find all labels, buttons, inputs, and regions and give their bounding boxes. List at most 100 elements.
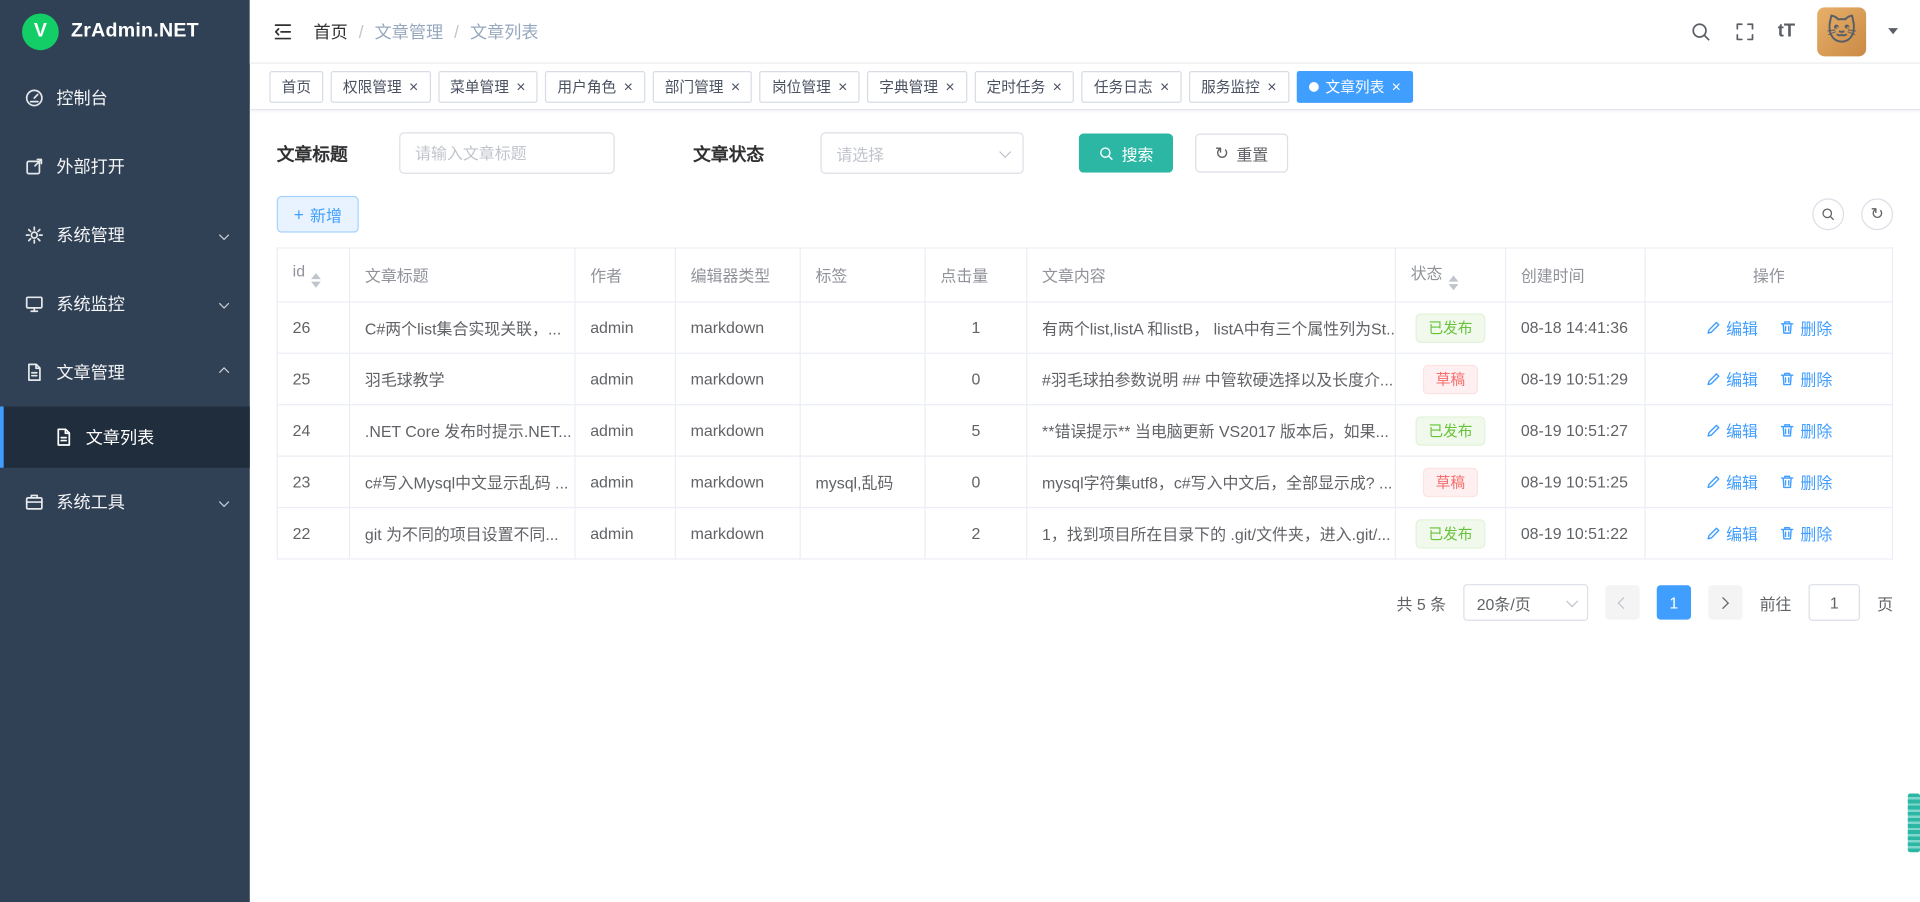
edit-button[interactable]: 编辑 bbox=[1705, 470, 1758, 493]
page-size-select[interactable]: 20条/页 bbox=[1463, 584, 1588, 621]
search-toggle-button[interactable] bbox=[1812, 198, 1844, 230]
reset-button[interactable]: ↻ 重置 bbox=[1195, 133, 1288, 172]
edit-button[interactable]: 编辑 bbox=[1705, 367, 1758, 390]
sidebar-toggle-icon[interactable] bbox=[272, 20, 294, 42]
delete-button[interactable]: 删除 bbox=[1780, 522, 1833, 545]
chevron-down-icon[interactable] bbox=[1888, 28, 1898, 34]
cell-content: **错误提示** 当电脑更新 VS2017 版本后，如果... bbox=[1027, 405, 1396, 456]
cell-tags bbox=[800, 302, 925, 353]
close-icon[interactable]: × bbox=[1160, 78, 1169, 94]
edit-button[interactable]: 编辑 bbox=[1705, 316, 1758, 339]
refresh-button[interactable]: ↻ bbox=[1861, 198, 1893, 230]
sidebar-item-system-management[interactable]: 系统管理 bbox=[0, 201, 250, 270]
close-icon[interactable]: × bbox=[1053, 78, 1062, 94]
column-label: 文章标题 bbox=[365, 267, 429, 285]
tab-post[interactable]: 岗位管理 × bbox=[760, 70, 860, 102]
tab-label: 权限管理 bbox=[343, 76, 402, 97]
column-label: 标签 bbox=[816, 267, 848, 285]
goto-page-input[interactable] bbox=[1809, 584, 1860, 621]
cell-author: admin bbox=[575, 353, 675, 404]
sidebar-item-system-monitor[interactable]: 系统监控 bbox=[0, 269, 250, 338]
tab-permission[interactable]: 权限管理 × bbox=[331, 70, 431, 102]
cell-author: admin bbox=[575, 508, 675, 559]
close-icon[interactable]: × bbox=[624, 78, 633, 94]
delete-button[interactable]: 删除 bbox=[1780, 367, 1833, 390]
close-icon[interactable]: × bbox=[945, 78, 954, 94]
close-icon[interactable]: × bbox=[409, 78, 418, 94]
delete-button[interactable]: 删除 bbox=[1780, 316, 1833, 339]
next-page-button[interactable] bbox=[1708, 585, 1742, 619]
sidebar-item-external-open[interactable]: 外部打开 bbox=[0, 132, 250, 201]
chevron-right-icon bbox=[1717, 596, 1729, 608]
tab-cron-task[interactable]: 定时任务× bbox=[974, 70, 1074, 102]
prev-page-button[interactable] bbox=[1605, 585, 1639, 619]
table-row: 24 .NET Core 发布时提示.NET... admin markdown… bbox=[277, 405, 1892, 456]
tab-article-list[interactable]: 文章列表× bbox=[1296, 70, 1413, 102]
logo-badge-icon: V bbox=[22, 13, 59, 50]
sidebar-item-system-tools[interactable]: 系统工具 bbox=[0, 468, 250, 537]
close-icon[interactable]: × bbox=[516, 78, 525, 94]
goto-label: 前往 bbox=[1760, 591, 1792, 614]
sort-caret-icon[interactable] bbox=[1449, 275, 1459, 290]
column-label: 状态 bbox=[1411, 264, 1443, 282]
cell-tags bbox=[800, 353, 925, 404]
sidebar-item-article-management[interactable]: 文章管理 bbox=[0, 338, 250, 407]
filter-form: 文章标题 文章状态 请选择 搜索 ↻ 重置 bbox=[277, 132, 1893, 174]
tab-label: 首页 bbox=[282, 76, 311, 97]
page-number-button[interactable]: 1 bbox=[1657, 585, 1691, 619]
close-icon[interactable]: × bbox=[1267, 78, 1276, 94]
column-header-status[interactable]: 状态 bbox=[1395, 248, 1505, 302]
tab-task-log[interactable]: 任务日志× bbox=[1082, 70, 1182, 102]
cell-actions: 编辑 删除 bbox=[1645, 405, 1892, 456]
column-header-content: 文章内容 bbox=[1027, 248, 1396, 302]
cell-clicks: 5 bbox=[925, 405, 1027, 456]
table-row: 26 C#两个list集合实现关联，... admin markdown 1 有… bbox=[277, 302, 1892, 353]
tab-user-role[interactable]: 用户角色× bbox=[545, 70, 645, 102]
tab-label: 岗位管理 bbox=[772, 76, 831, 97]
article-title-input[interactable] bbox=[399, 132, 615, 174]
sort-caret-icon[interactable] bbox=[311, 273, 321, 288]
edit-button[interactable]: 编辑 bbox=[1705, 522, 1758, 545]
cell-tags bbox=[800, 405, 925, 456]
edit-icon bbox=[1705, 371, 1721, 387]
user-avatar[interactable]: 🐱 bbox=[1817, 7, 1866, 56]
tab-dept[interactable]: 部门管理× bbox=[652, 70, 752, 102]
add-button[interactable]: + 新增 bbox=[277, 196, 359, 233]
sidebar: V ZrAdmin.NET 控制台 外部打开 系统管理 系统监控 bbox=[0, 0, 250, 902]
cell-created: 08-19 10:51:25 bbox=[1506, 456, 1646, 507]
page-unit-label: 页 bbox=[1877, 591, 1893, 614]
delete-button[interactable]: 删除 bbox=[1780, 470, 1833, 493]
close-icon[interactable]: × bbox=[838, 78, 847, 94]
tab-home[interactable]: 首页 bbox=[269, 70, 323, 102]
search-button[interactable]: 搜索 bbox=[1079, 133, 1173, 172]
article-status-select[interactable]: 请选择 bbox=[820, 132, 1023, 174]
top-header: 首页 / 文章管理 / 文章列表 tT 🐱 bbox=[250, 0, 1920, 64]
breadcrumb-item[interactable]: 文章管理 bbox=[375, 19, 444, 43]
font-size-icon[interactable]: tT bbox=[1778, 21, 1795, 42]
tab-dict[interactable]: 字典管理× bbox=[867, 70, 967, 102]
tab-service-monitor[interactable]: 服务监控× bbox=[1189, 70, 1289, 102]
search-icon[interactable] bbox=[1690, 20, 1712, 42]
close-icon[interactable]: × bbox=[1392, 78, 1401, 94]
breadcrumb-separator: / bbox=[359, 21, 364, 41]
sidebar-item-article-list[interactable]: 文章列表 bbox=[0, 407, 250, 468]
chevron-down-icon bbox=[999, 145, 1011, 157]
tab-menu[interactable]: 菜单管理× bbox=[438, 70, 538, 102]
sidebar-item-dashboard[interactable]: 控制台 bbox=[0, 64, 250, 133]
status-badge: 已发布 bbox=[1416, 313, 1485, 342]
cell-content: mysql字符集utf8，c#写入中文后，全部显示成? ... bbox=[1027, 456, 1396, 507]
cell-id: 25 bbox=[277, 353, 349, 404]
scrollbar-thumb[interactable] bbox=[1908, 793, 1920, 852]
fullscreen-icon[interactable] bbox=[1734, 20, 1756, 42]
delete-label: 删除 bbox=[1800, 367, 1832, 390]
delete-button[interactable]: 删除 bbox=[1780, 419, 1833, 442]
column-label: 文章内容 bbox=[1042, 267, 1106, 285]
toolbox-icon bbox=[24, 492, 44, 512]
breadcrumb-item[interactable]: 首页 bbox=[313, 19, 347, 43]
edit-button[interactable]: 编辑 bbox=[1705, 419, 1758, 442]
tags-bar: 首页 权限管理 × 菜单管理× 用户角色× 部门管理× 岗位管理 × 字典管理× 定… bbox=[250, 64, 1920, 111]
close-icon[interactable]: × bbox=[731, 78, 740, 94]
column-header-id[interactable]: id bbox=[277, 248, 349, 302]
delete-icon bbox=[1780, 371, 1796, 387]
cell-author: admin bbox=[575, 302, 675, 353]
